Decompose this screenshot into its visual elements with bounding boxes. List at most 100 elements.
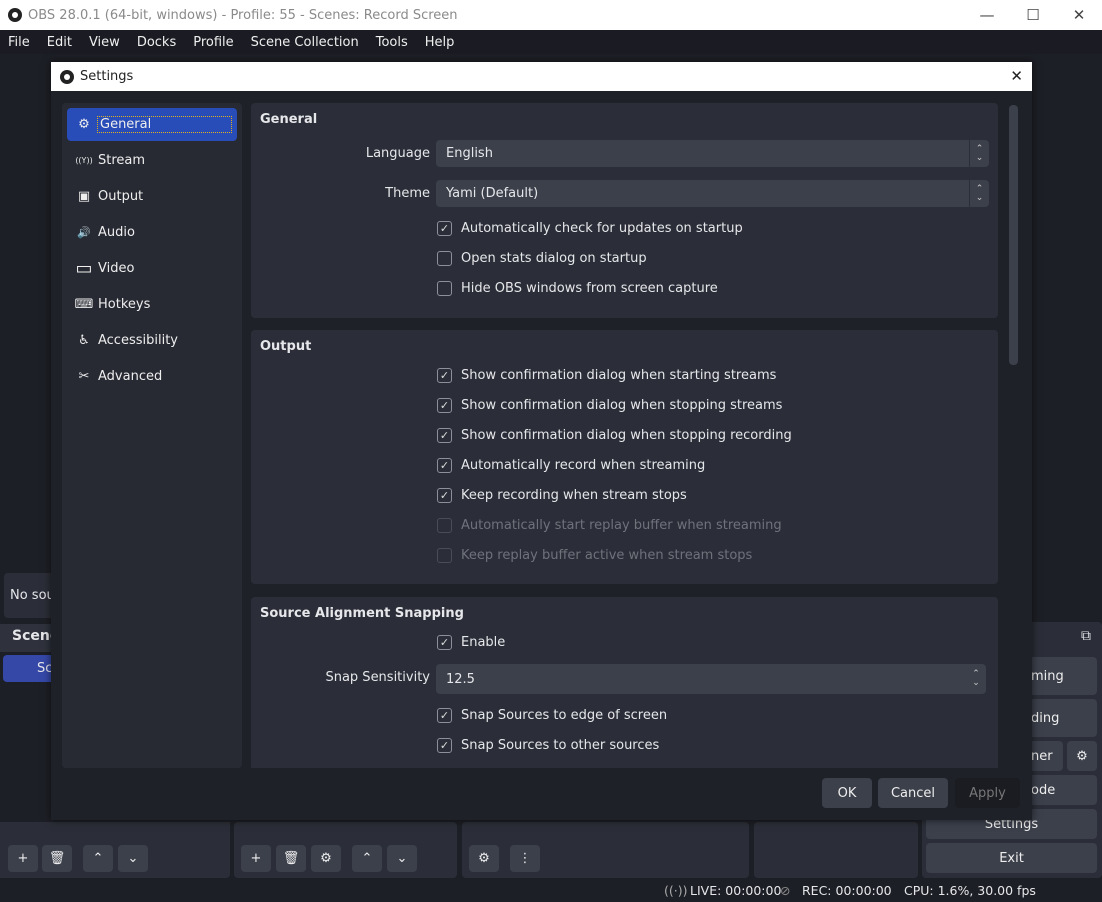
minimize-button[interactable]: — — [964, 0, 1010, 30]
confirm-stop-recording-checkbox[interactable]: ✓ Show confirmation dialog when stopping … — [437, 428, 792, 443]
cpu-fps: CPU: 1.6%, 30.00 fps — [904, 883, 1036, 898]
checkbox-label: Snap Sources to edge of screen — [461, 708, 668, 723]
window-title: OBS 28.0.1 (64-bit, windows) - Profile: … — [28, 7, 458, 23]
checkbox-checked-icon: ✓ — [437, 738, 452, 753]
theme-value: Yami (Default) — [446, 186, 539, 201]
confirm-stop-stream-checkbox[interactable]: ✓ Show confirmation dialog when stopping … — [437, 398, 782, 413]
spin-arrows-icon[interactable]: ⌃ ⌄ — [966, 664, 986, 694]
checkbox-checked-icon: ✓ — [437, 368, 452, 383]
rec-icon: ⊘ — [780, 883, 791, 898]
add-scene-button[interactable]: + — [8, 845, 38, 872]
output-group: Output ✓ Show confirmation dialog when st… — [251, 330, 998, 584]
language-value: English — [446, 146, 493, 161]
checkbox-checked-icon: ✓ — [437, 398, 452, 413]
confirm-start-stream-checkbox[interactable]: ✓ Show confirmation dialog when starting … — [437, 368, 776, 383]
chevron-updown-icon: ⌃ ⌄ — [969, 180, 989, 207]
checkbox-label: Automatically check for updates on start… — [461, 221, 743, 236]
menu-help[interactable]: Help — [425, 35, 455, 50]
close-window-button[interactable]: ✕ — [1056, 0, 1102, 30]
checkbox-checked-icon: ✓ — [437, 488, 452, 503]
no-sources-text: No sou — [10, 588, 55, 603]
group-title: Output — [260, 339, 312, 354]
checkbox-label: Hide OBS windows from screen capture — [461, 281, 718, 296]
menu-edit[interactable]: Edit — [47, 35, 72, 50]
checkbox-label: Enable — [461, 635, 506, 650]
snap-sensitivity-value: 12.5 — [446, 671, 475, 687]
general-group: General Language English ⌃ ⌄ Theme Yami (D… — [251, 103, 998, 318]
theme-select[interactable]: Yami (Default) ⌃ ⌄ — [436, 180, 989, 207]
snap-screen-edge-checkbox[interactable]: ✓ Snap Sources to edge of screen — [437, 708, 667, 723]
keep-recording-checkbox[interactable]: ✓ Keep recording when stream stops — [437, 488, 687, 503]
virtual-camera-settings-icon[interactable]: ⚙ — [1067, 741, 1097, 771]
checkbox-checked-icon: ✓ — [437, 458, 452, 473]
source-properties-button[interactable]: ⚙ — [311, 845, 341, 872]
update-check-checkbox[interactable]: ✓ Automatically check for updates on star… — [437, 221, 743, 236]
snap-sensitivity-label: Snap Sensitivity — [325, 670, 430, 685]
checkbox-checked-icon: ✓ — [437, 221, 452, 236]
ok-button[interactable]: OK — [822, 778, 872, 808]
snap-sensitivity-spinbox[interactable]: 12.5 ⌃ ⌄ — [436, 664, 986, 694]
mixer-menu-button[interactable]: ⋮ — [510, 845, 540, 872]
auto-replay-buffer-checkbox[interactable]: Automatically start replay buffer when s… — [437, 518, 782, 533]
scrollbar-thumb[interactable] — [1009, 105, 1018, 365]
status-bar: ((·)) LIVE: 00:00:00 ⊘ REC: 00:00:00 CPU… — [0, 878, 1102, 902]
group-title: Source Alignment Snapping — [260, 606, 464, 621]
advanced-audio-button[interactable]: ⚙ — [469, 845, 499, 872]
checkbox-label: Automatically start replay buffer when s… — [461, 518, 782, 533]
cancel-button[interactable]: Cancel — [878, 778, 948, 808]
checkbox-checked-icon: ✓ — [437, 428, 452, 443]
obs-logo-icon — [60, 69, 74, 84]
transitions-panel — [754, 822, 918, 878]
checkbox-label: Show confirmation dialog when stopping r… — [461, 428, 792, 443]
language-label: Language — [365, 146, 430, 161]
theme-label: Theme — [385, 186, 430, 201]
menu-profile[interactable]: Profile — [193, 35, 233, 50]
menu-view[interactable]: View — [89, 35, 120, 50]
checkbox-label: Show confirmation dialog when stopping s… — [461, 398, 783, 413]
group-title: General — [260, 112, 318, 127]
move-scene-up-button[interactable]: ⌃ — [83, 845, 113, 872]
move-source-down-button[interactable]: ⌄ — [387, 845, 417, 872]
exit-button[interactable]: Exit — [926, 843, 1097, 873]
settings-scrollbar[interactable] — [1008, 103, 1020, 768]
dialog-title: Settings — [80, 69, 134, 84]
keep-replay-buffer-checkbox[interactable]: Keep replay buffer active when stream st… — [437, 548, 752, 563]
dialog-titlebar: Settings ✕ — [51, 62, 1032, 91]
checkbox-label: Open stats dialog on startup — [461, 251, 647, 266]
checkbox-unchecked-icon — [437, 518, 452, 533]
settings-content-viewport: General Language English ⌃ ⌄ Theme Yami (D… — [51, 91, 1032, 768]
menu-docks[interactable]: Docks — [137, 35, 176, 50]
obs-logo-icon — [8, 8, 22, 22]
checkbox-label: Automatically record when streaming — [461, 458, 706, 473]
checkbox-label: Snap Sources to other sources — [461, 738, 660, 753]
snapping-enable-checkbox[interactable]: ✓ Enable — [437, 635, 505, 650]
move-scene-down-button[interactable]: ⌄ — [118, 845, 148, 872]
undock-icon[interactable]: ⧉ — [1081, 628, 1091, 644]
remove-source-button[interactable]: 🗑 — [276, 845, 306, 872]
mixer-toolbar — [462, 822, 749, 878]
menu-tools[interactable]: Tools — [376, 35, 408, 50]
language-select[interactable]: English ⌃ ⌄ — [436, 140, 989, 167]
checkbox-checked-icon: ✓ — [437, 635, 452, 650]
settings-dialog: Settings ✕ ⚙ General ((Y)) Stream ▣ Output … — [51, 62, 1032, 820]
move-source-up-button[interactable]: ⌃ — [352, 845, 382, 872]
menu-scene-collection[interactable]: Scene Collection — [251, 35, 359, 50]
checkbox-label: Show confirmation dialog when starting s… — [461, 368, 777, 383]
maximize-button[interactable]: ☐ — [1010, 0, 1056, 30]
add-source-button[interactable]: + — [241, 845, 271, 872]
remove-scene-button[interactable]: 🗑 — [42, 845, 72, 872]
checkbox-checked-icon: ✓ — [437, 708, 452, 723]
menu-file[interactable]: File — [8, 35, 30, 50]
auto-record-checkbox[interactable]: ✓ Automatically record when streaming — [437, 458, 705, 473]
menu-bar: File Edit View Docks Profile Scene Colle… — [0, 30, 1102, 54]
open-stats-checkbox[interactable]: Open stats dialog on startup — [437, 251, 647, 266]
dialog-close-button[interactable]: ✕ — [1010, 67, 1023, 85]
live-time: LIVE: 00:00:00 — [690, 883, 782, 898]
checkbox-label: Keep replay buffer active when stream st… — [461, 548, 753, 563]
snapping-group: Source Alignment Snapping ✓ Enable Snap S… — [251, 597, 998, 768]
snap-other-sources-checkbox[interactable]: ✓ Snap Sources to other sources — [437, 738, 659, 753]
network-icon: ((·)) — [664, 883, 688, 898]
apply-button[interactable]: Apply — [955, 778, 1020, 808]
checkbox-unchecked-icon — [437, 251, 452, 266]
hide-from-capture-checkbox[interactable]: Hide OBS windows from screen capture — [437, 281, 718, 296]
